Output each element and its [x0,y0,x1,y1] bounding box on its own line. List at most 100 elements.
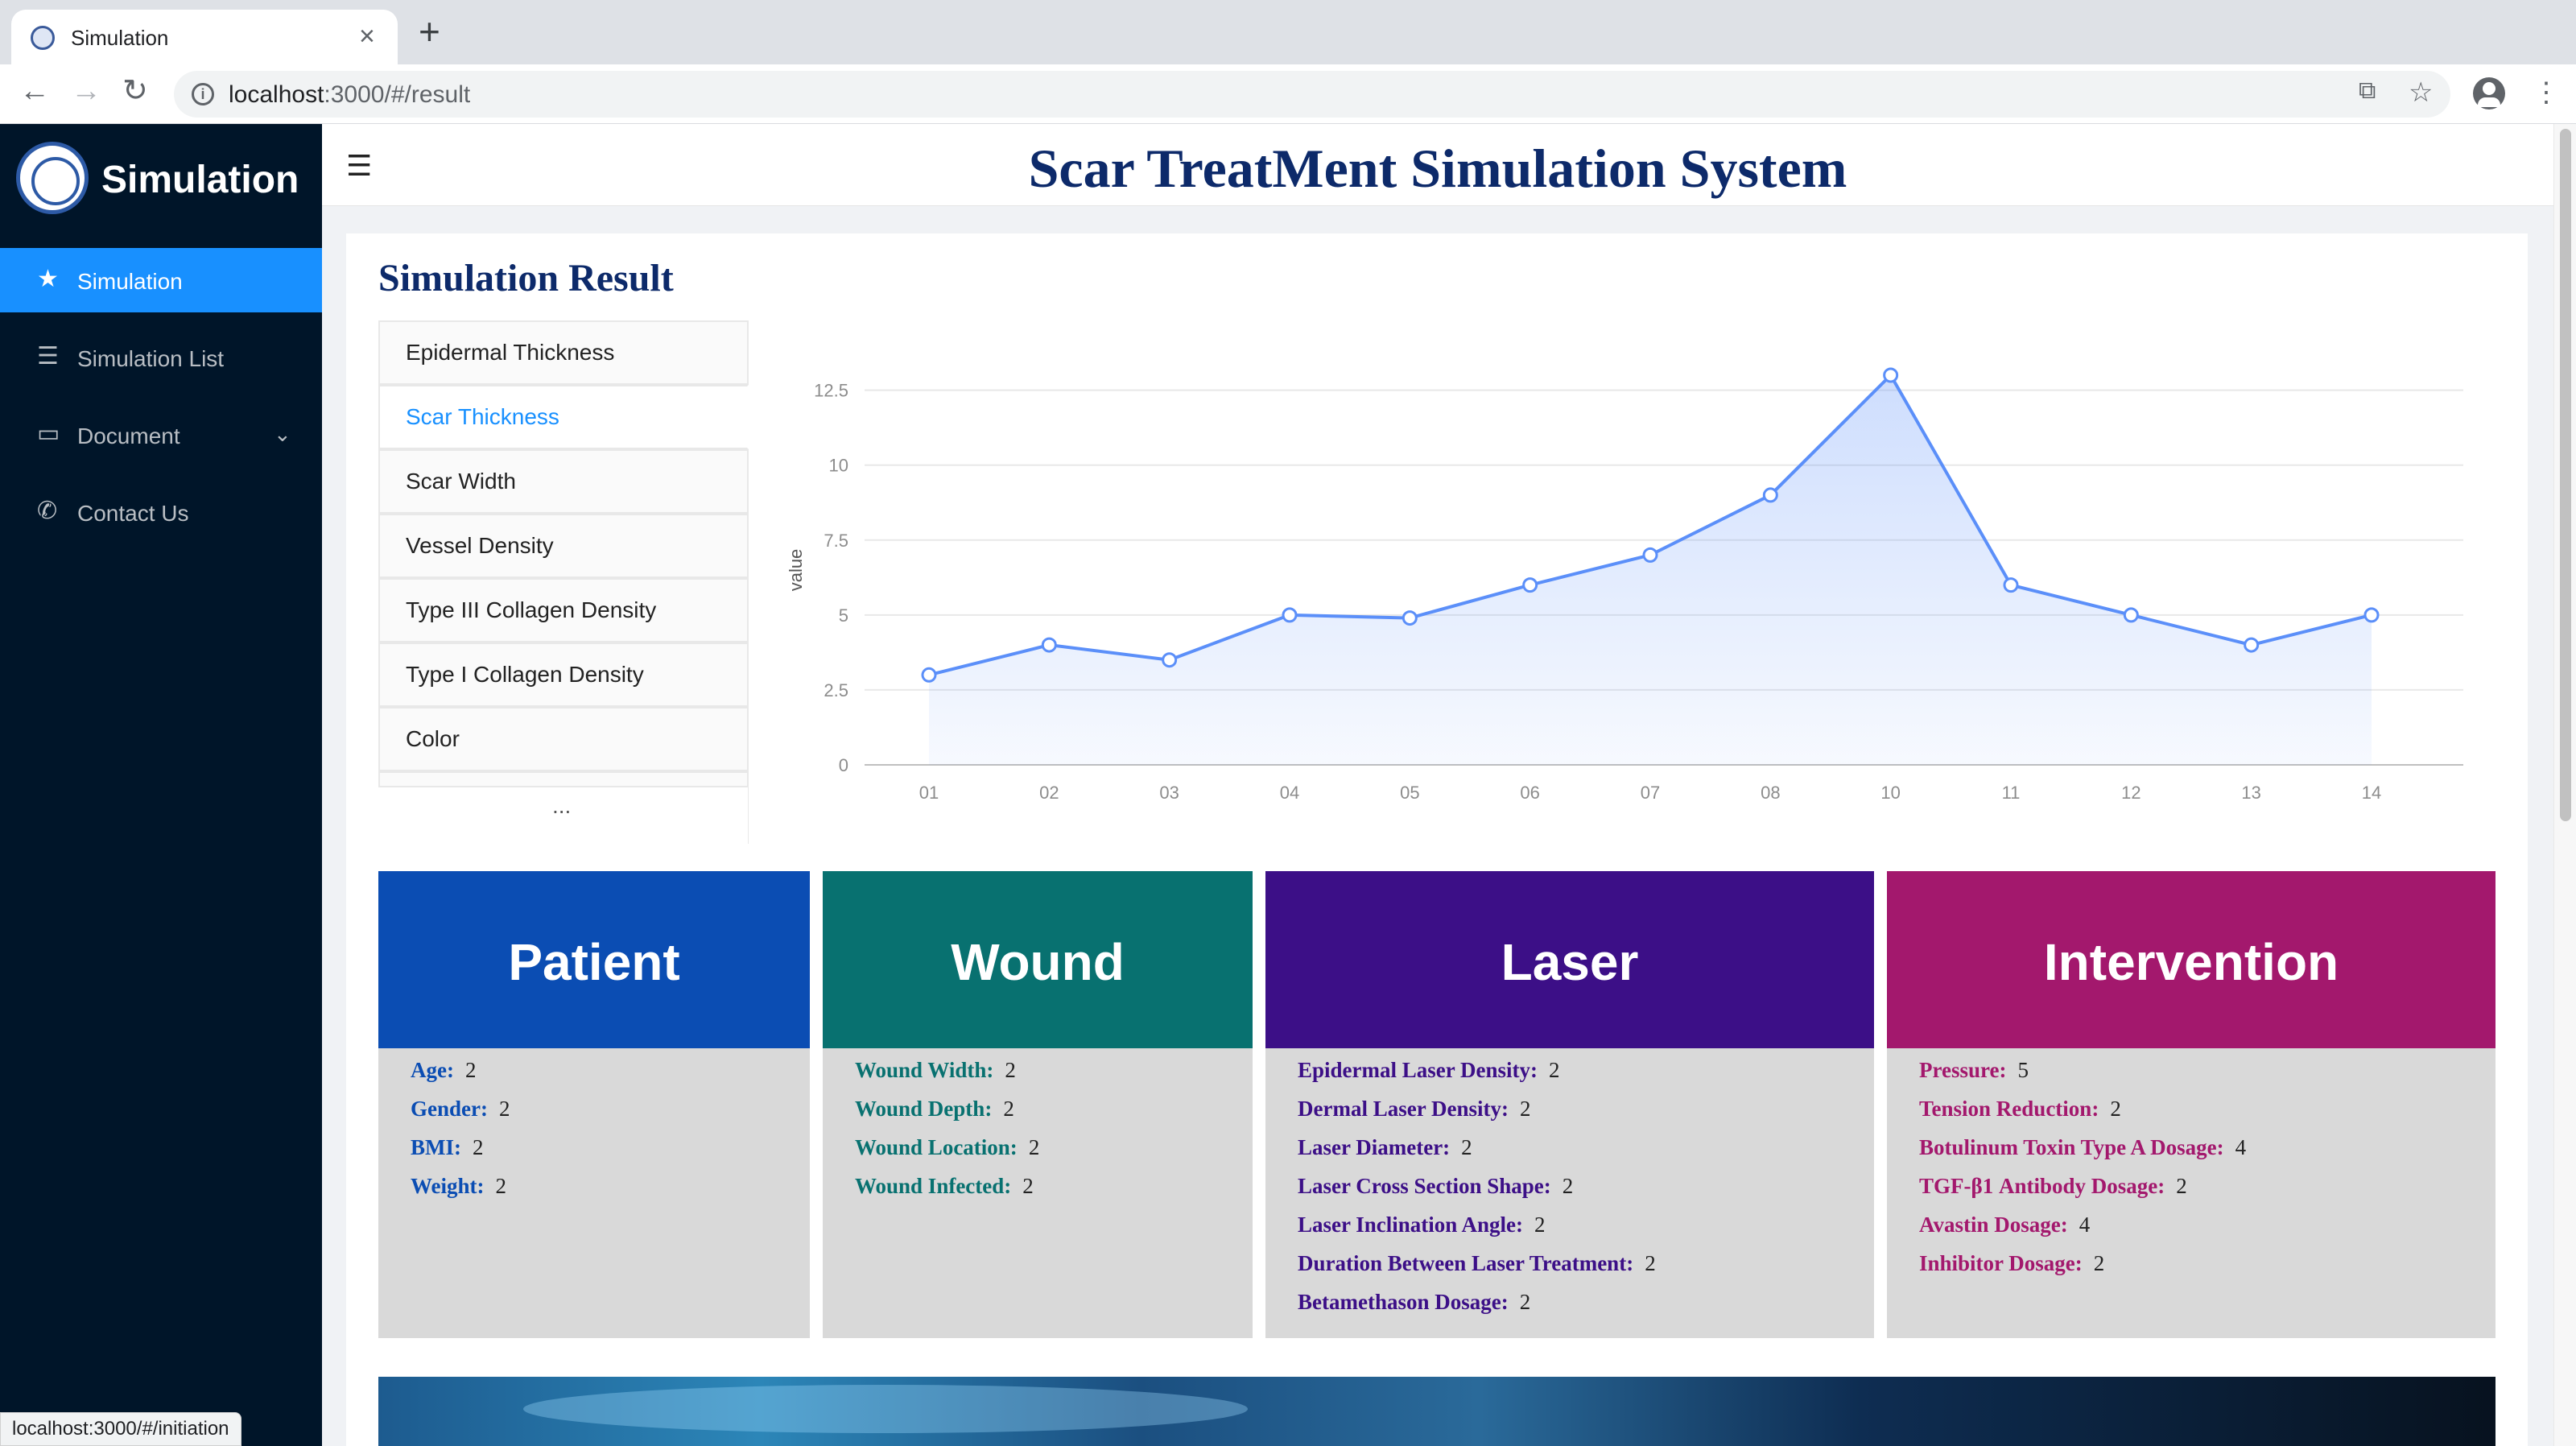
field-row: Avastin Dosage: 4 [1919,1213,2246,1251]
x-tick-label: 08 [1761,783,1780,803]
tab-scar-thickness[interactable]: Scar Thickness [378,385,749,449]
sidebar: Simulation ★ Simulation ☰ Simulation Lis… [0,124,322,1446]
tab-vessel-density[interactable]: Vessel Density [378,514,749,578]
x-tick-label: 11 [2002,783,2021,803]
field-row: Betamethason Dosage: 2 [1298,1290,1656,1328]
sidebar-item-label: Document [77,423,180,448]
field-row: BMI: 2 [411,1135,510,1174]
laser-panel-header: Laser [1265,871,1874,1048]
y-tick-label: 5 [839,605,848,626]
y-axis-label: value [786,549,806,592]
field-row: Wound Depth: 2 [855,1097,1039,1135]
field-row: Weight: 2 [411,1174,510,1213]
page-scrollbar-thumb[interactable] [2560,129,2571,821]
profile-avatar-icon[interactable] [2473,77,2505,109]
field-label: BMI: [411,1135,461,1159]
field-value: 2 [1461,1135,1472,1159]
field-value: 4 [2235,1135,2247,1159]
more-menu-icon[interactable]: ⋮ [2533,79,2560,106]
bookmark-star-icon[interactable]: ☆ [2409,79,2433,106]
field-row: Botulinum Toxin Type A Dosage: 4 [1919,1135,2246,1174]
field-row: Wound Location: 2 [855,1135,1039,1174]
tab-label: Color [406,726,460,751]
field-value: 2 [1549,1058,1560,1082]
sidebar-item-simulation-list[interactable]: ☰ Simulation List [0,325,322,390]
sidebar-brand: Simulation [101,159,299,201]
intervention-fields: Pressure: 5 Tension Reduction: 2 Botulinum T… [1919,1058,2246,1290]
field-label: Betamethason Dosage: [1298,1290,1509,1314]
data-point [1762,487,1778,503]
tab-partial-next[interactable] [378,771,749,787]
tab-color[interactable]: Color [378,707,749,771]
tab-close-icon[interactable]: × [359,21,375,52]
field-row: Inhibitor Dosage: 2 [1919,1251,2246,1290]
field-value: 4 [2079,1213,2091,1237]
field-value: 2 [1005,1058,1016,1082]
tab-type-iii-collagen-density[interactable]: Type III Collagen Density [378,578,749,642]
data-point [1883,367,1899,383]
field-row: Age: 2 [411,1058,510,1097]
tab-label: Type I Collagen Density [406,662,644,687]
star-icon: ★ [37,266,59,292]
forward-arrow-icon[interactable]: → [71,76,101,106]
more-tabs-indicator[interactable]: ... [552,793,571,819]
back-arrow-icon[interactable]: ← [19,76,50,106]
field-label: Wound Width: [855,1058,994,1082]
x-tick-label: 02 [1039,783,1059,803]
tab-scar-width[interactable]: Scar Width [378,449,749,514]
sidebar-item-contact-us[interactable]: ✆ Contact Us [0,480,322,544]
field-value: 2 [1645,1251,1656,1275]
field-value: 2 [1562,1174,1574,1198]
tab-epidermal-thickness[interactable]: Epidermal Thickness [378,320,749,385]
data-point [2244,637,2260,653]
scar-thickness-chart: 0 2.5 5 7.5 10 12.5 value 01 02 03 04 05 06 07 08 10 11 1… [786,367,2463,803]
field-label: Laser Inclination Angle: [1298,1213,1524,1237]
reload-icon[interactable]: ↻ [122,76,148,106]
translate-icon[interactable]: ⧉ [2359,79,2376,103]
field-value: 2 [1003,1097,1014,1121]
patient-panel-title: Patient [508,933,680,991]
site-info-icon[interactable]: i [192,83,214,105]
data-point [1402,610,1418,626]
field-value: 2 [2093,1251,2105,1275]
x-tick-label: 14 [2362,783,2381,803]
sidebar-item-simulation[interactable]: ★ Simulation [0,248,322,312]
data-point [1282,607,1298,623]
field-row: Laser Cross Section Shape: 2 [1298,1174,1656,1213]
tab-type-i-collagen-density[interactable]: Type I Collagen Density [378,642,749,707]
dna-banner-image [378,1377,2496,1446]
data-point [2123,607,2139,623]
tab-label: Epidermal Thickness [406,340,615,365]
field-label: Inhibitor Dosage: [1919,1251,2083,1275]
url-path: :3000/#/result [324,81,471,108]
site-favicon-icon [31,26,55,50]
wound-fields: Wound Width: 2 Wound Depth: 2 Wound Location… [855,1058,1039,1213]
field-row: TGF-β1 Antibody Dosage: 2 [1919,1174,2246,1213]
data-point [1041,637,1057,653]
field-label: Age: [411,1058,454,1082]
field-label: Wound Location: [855,1135,1018,1159]
field-row: Duration Between Laser Treatment: 2 [1298,1251,1656,1290]
field-label: Avastin Dosage: [1919,1213,2068,1237]
chevron-down-icon: ⌄ [274,422,291,446]
list-icon: ☰ [37,343,59,370]
folder-icon: ▭ [37,420,60,447]
tab-label: Scar Width [406,469,516,494]
series-area [929,375,2372,765]
wound-panel-title: Wound [951,933,1125,991]
laser-panel: Laser Epidermal Laser Density: 2 Dermal La… [1265,871,1874,1338]
address-url[interactable]: localhost:3000/#/result [229,81,470,109]
address-bar[interactable]: i localhost:3000/#/result [174,71,2450,118]
new-tab-icon[interactable]: + [419,13,440,50]
x-tick-label: 07 [1641,783,1660,803]
browser-tab[interactable]: Simulation × [11,10,398,64]
data-point [1642,547,1658,563]
browser-toolbar: ← → ↻ i localhost:3000/#/result ⧉ ☆ ⋮ [0,64,2576,124]
y-tick-label: 0 [839,755,848,775]
field-label: Duration Between Laser Treatment: [1298,1251,1634,1275]
field-label: TGF-β1 Antibody Dosage: [1919,1174,2165,1198]
x-tick-label: 05 [1400,783,1419,803]
sidebar-item-label: Contact Us [77,501,189,526]
page-title: Scar TreatMent Simulation System [1028,138,1847,199]
sidebar-item-document[interactable]: ▭ Document ⌄ [0,403,322,467]
